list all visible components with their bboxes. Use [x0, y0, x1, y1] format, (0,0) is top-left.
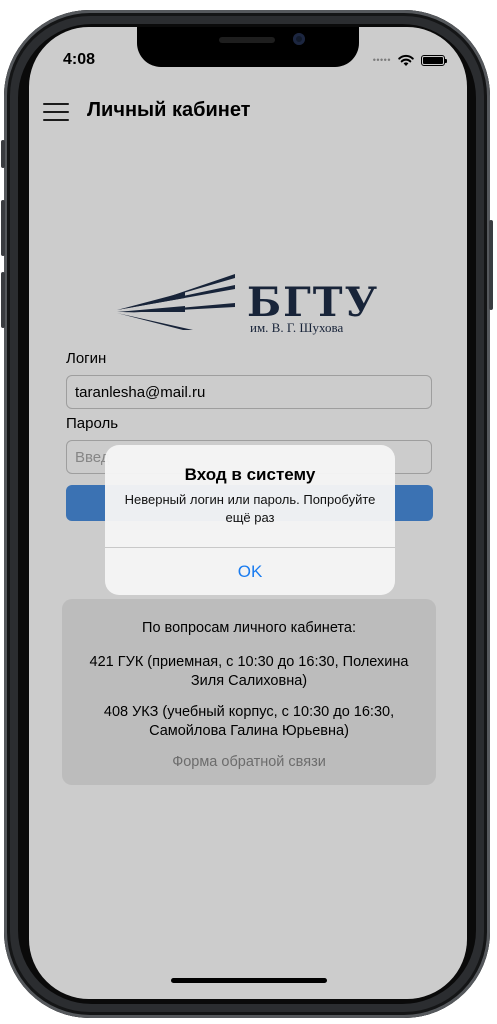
- login-error-alert: Вход в систему Неверный логин или пароль…: [105, 445, 395, 595]
- volume-up-button: [1, 200, 5, 256]
- screen: 4:08 ••••• Личный кабинет БГТУ им. В. Г.…: [29, 27, 467, 999]
- camera-icon: [293, 33, 305, 45]
- alert-ok-button[interactable]: OK: [105, 548, 395, 595]
- mute-switch: [1, 140, 5, 168]
- alert-message: Неверный логин или пароль. Попробуйте ещ…: [124, 492, 376, 525]
- volume-down-button: [1, 272, 5, 328]
- power-button: [489, 220, 493, 310]
- speaker-grille: [219, 37, 275, 43]
- home-indicator[interactable]: [171, 978, 327, 983]
- notch: [137, 27, 359, 67]
- alert-title: Вход в систему: [184, 465, 316, 484]
